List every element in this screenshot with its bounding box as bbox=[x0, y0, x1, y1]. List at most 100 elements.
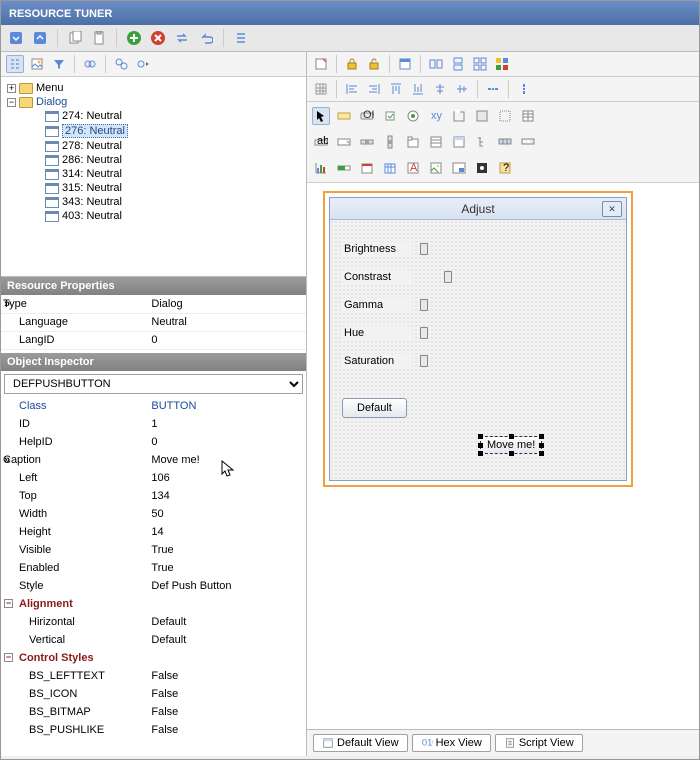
close-icon[interactable]: ✕ bbox=[602, 201, 622, 217]
dialog-preview[interactable]: Adjust ✕ Brightness Constrast Gamma Hue … bbox=[329, 197, 627, 481]
contrast-slider[interactable] bbox=[420, 268, 614, 286]
align-left-icon[interactable] bbox=[343, 80, 361, 98]
oi-val[interactable]: Def Push Button bbox=[147, 577, 306, 595]
tile-h-icon[interactable] bbox=[427, 55, 445, 73]
image-tool-icon[interactable] bbox=[427, 159, 445, 177]
panel-tool-icon[interactable] bbox=[473, 107, 491, 125]
grid-toggle-icon[interactable] bbox=[312, 80, 330, 98]
align-bottom-icon[interactable] bbox=[409, 80, 427, 98]
oi-val[interactable]: 0 bbox=[147, 433, 306, 451]
toolbar-tool-icon[interactable] bbox=[519, 133, 537, 151]
oi-val[interactable]: False bbox=[147, 721, 306, 737]
dialog-titlebar[interactable]: Adjust ✕ bbox=[330, 198, 626, 220]
arrow-up-icon[interactable] bbox=[31, 29, 49, 47]
radio-tool-icon[interactable] bbox=[404, 107, 422, 125]
oi-val[interactable]: 1 bbox=[147, 415, 306, 433]
moveme-button-selected[interactable]: Move me! bbox=[480, 436, 542, 454]
oi-val[interactable]: True bbox=[147, 541, 306, 559]
tree-tool-icon[interactable] bbox=[473, 133, 491, 151]
lock-icon[interactable] bbox=[343, 55, 361, 73]
oi-val[interactable]: Default bbox=[147, 631, 306, 649]
header-tool-icon[interactable] bbox=[496, 133, 514, 151]
tile-v-icon[interactable] bbox=[449, 55, 467, 73]
swap-icon[interactable] bbox=[173, 29, 191, 47]
button-tool-icon[interactable]: OK bbox=[358, 107, 376, 125]
oi-group[interactable]: −Control Styles bbox=[1, 649, 147, 667]
new-dialog-icon[interactable] bbox=[312, 55, 330, 73]
designer-canvas[interactable]: Adjust ✕ Brightness Constrast Gamma Hue … bbox=[307, 183, 699, 729]
pip-tool-icon[interactable] bbox=[450, 159, 468, 177]
center-h-icon[interactable] bbox=[431, 80, 449, 98]
unlock-icon[interactable] bbox=[365, 55, 383, 73]
arrow-down-icon[interactable] bbox=[7, 29, 25, 47]
oi-val[interactable]: True bbox=[147, 559, 306, 577]
oi-val[interactable]: 106 bbox=[147, 469, 306, 487]
tree-item[interactable]: 343: Neutral bbox=[3, 195, 304, 209]
center-v-icon[interactable] bbox=[453, 80, 471, 98]
grid-color-icon[interactable] bbox=[493, 55, 511, 73]
label-tool-icon[interactable] bbox=[335, 107, 353, 125]
tree-item[interactable]: 278: Neutral bbox=[3, 139, 304, 153]
tab-script-view[interactable]: Script View bbox=[495, 734, 583, 752]
saturation-slider[interactable] bbox=[420, 352, 614, 370]
object-type-select[interactable]: DEFPUSHBUTTON bbox=[4, 374, 303, 394]
oi-group[interactable]: −Alignment bbox=[1, 595, 147, 613]
tree-item[interactable]: 286: Neutral bbox=[3, 153, 304, 167]
prop-val[interactable]: Dialog bbox=[147, 295, 306, 313]
align-top-icon[interactable] bbox=[387, 80, 405, 98]
oi-val[interactable]: Move me! bbox=[147, 451, 306, 469]
brightness-slider[interactable] bbox=[420, 240, 614, 258]
oi-val[interactable]: 134 bbox=[147, 487, 306, 505]
grid-4-icon[interactable] bbox=[471, 55, 489, 73]
tree-item[interactable]: 403: Neutral bbox=[3, 209, 304, 223]
collapse-icon[interactable]: − bbox=[7, 98, 16, 107]
custom-tool-icon[interactable]: ? bbox=[496, 159, 514, 177]
space-h-icon[interactable] bbox=[484, 80, 502, 98]
hue-slider[interactable] bbox=[420, 324, 614, 342]
paste-icon[interactable] bbox=[90, 29, 108, 47]
space-v-icon[interactable] bbox=[515, 80, 533, 98]
tab-default-view[interactable]: Default View bbox=[313, 734, 408, 752]
tree-item[interactable]: 315: Neutral bbox=[3, 181, 304, 195]
image-view-icon[interactable] bbox=[28, 55, 46, 73]
datepick-tool-icon[interactable] bbox=[381, 159, 399, 177]
frame-tool-icon[interactable] bbox=[496, 107, 514, 125]
checkbox-tool-icon[interactable] bbox=[381, 107, 399, 125]
default-button[interactable]: Default bbox=[342, 398, 407, 418]
find-next-icon[interactable] bbox=[134, 55, 152, 73]
tree-item-dialog[interactable]: − Dialog bbox=[3, 95, 304, 109]
collapse-icon[interactable]: − bbox=[4, 599, 13, 608]
oi-val[interactable]: 50 bbox=[147, 505, 306, 523]
oi-val[interactable]: False bbox=[147, 703, 306, 721]
dialog-body[interactable]: Brightness Constrast Gamma Hue Saturatio… bbox=[330, 220, 626, 480]
animation-tool-icon[interactable] bbox=[473, 159, 491, 177]
tab-hex-view[interactable]: 0101Hex View bbox=[412, 734, 491, 752]
tab-tool-icon[interactable] bbox=[404, 133, 422, 151]
progress-tool-icon[interactable] bbox=[335, 159, 353, 177]
oi-val[interactable]: 14 bbox=[147, 523, 306, 541]
delete-icon[interactable] bbox=[149, 29, 167, 47]
calendar-tool-icon[interactable] bbox=[358, 159, 376, 177]
richedit-tool-icon[interactable]: A bbox=[404, 159, 422, 177]
chart-tool-icon[interactable] bbox=[312, 159, 330, 177]
list-tool-icon[interactable] bbox=[427, 133, 445, 151]
filter-icon[interactable] bbox=[50, 55, 68, 73]
prop-val[interactable]: Neutral bbox=[147, 313, 306, 331]
resource-tree[interactable]: + Menu − Dialog 274: Neutral 276: Neutra… bbox=[1, 77, 306, 277]
scrollh-tool-icon[interactable] bbox=[358, 133, 376, 151]
listview-tool-icon[interactable] bbox=[450, 133, 468, 151]
tree-item[interactable]: 314: Neutral bbox=[3, 167, 304, 181]
align-right-icon[interactable] bbox=[365, 80, 383, 98]
edit-tool-icon[interactable]: ab bbox=[312, 133, 330, 151]
xy-tool-icon[interactable]: xy bbox=[427, 107, 445, 125]
tree-item-selected[interactable]: 276: Neutral bbox=[3, 123, 304, 139]
oi-val[interactable]: False bbox=[147, 685, 306, 703]
gamma-slider[interactable] bbox=[420, 296, 614, 314]
groupbox-tool-icon[interactable] bbox=[450, 107, 468, 125]
combo-tool-icon[interactable] bbox=[335, 133, 353, 151]
tree-item-menu[interactable]: + Menu bbox=[3, 81, 304, 95]
window-icon[interactable] bbox=[396, 55, 414, 73]
scrollv-tool-icon[interactable] bbox=[381, 133, 399, 151]
toggle-icon[interactable] bbox=[81, 55, 99, 73]
oi-val[interactable]: Default bbox=[147, 613, 306, 631]
